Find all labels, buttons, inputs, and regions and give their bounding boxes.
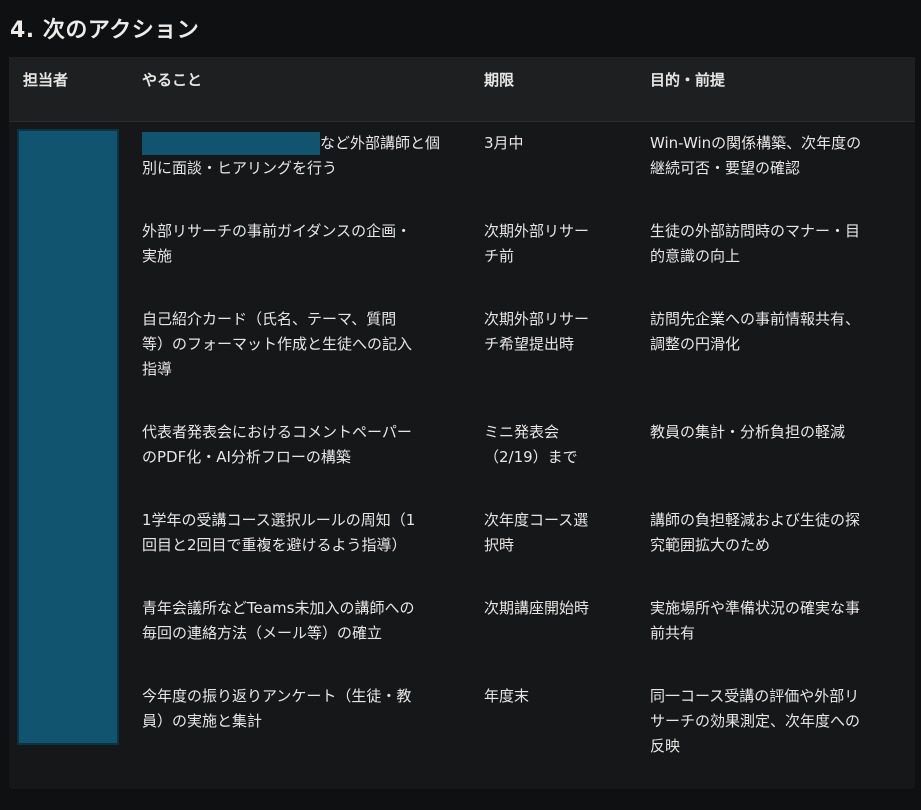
header-due: 期限 [484, 71, 515, 89]
task-cell: 外部リサーチの事前ガイダンスの企画・ 実施 [142, 222, 412, 265]
due-cell: 3月中 [484, 134, 524, 152]
task-cell: 代表者発表会におけるコメントペーパー のPDF化・AI分析フローの構築 [142, 423, 412, 466]
header-task: やること [142, 71, 203, 89]
header-purpose: 目的・前提 [650, 71, 726, 89]
task-cell: 青年会議所などTeams未加入の講師への 毎回の連絡方法（メール等）の確立 [142, 599, 415, 642]
header-assignee: 担当者 [23, 71, 69, 89]
due-cell: 次年度コース選 択時 [484, 511, 589, 554]
due-cell: 次期外部リサー チ希望提出時 [484, 310, 590, 353]
purpose-cell: 生徒の外部訪問時のマナー・目 的意識の向上 [650, 222, 861, 265]
due-cell: 次期講座開始時 [484, 599, 590, 617]
task-cell: 自己紹介カード（氏名、テーマ、質問 等）のフォーマット作成と生徒への記入 指導 [142, 310, 413, 378]
action-table: 担当者 やること 期限 目的・前提 など外部講師と個 別に面談・ヒアリングを行う… [9, 57, 915, 789]
section-title: 4. 次のアクション [10, 18, 200, 43]
task-cell: 今年度の振り返りアンケート（生徒・教 員）の実施と集計 [142, 687, 412, 730]
due-cell: ミニ発表会 （2/19）まで [484, 423, 578, 466]
assignee-redacted-cell [17, 129, 119, 745]
purpose-cell: 訪問先企業への事前情報共有、 調整の円滑化 [650, 310, 861, 353]
purpose-cell: Win-Winの関係構築、次年度の 継続可否・要望の確認 [650, 134, 862, 177]
purpose-cell: 実施場所や準備状況の確実な事 前共有 [650, 599, 861, 642]
table-header: 担当者 やること 期限 目的・前提 [9, 57, 915, 122]
due-cell: 次期外部リサー チ前 [484, 222, 590, 265]
purpose-cell: 同一コース受講の評価や外部リ サーチの効果測定、次年度への 反映 [650, 687, 861, 755]
due-cell: 年度末 [484, 687, 530, 705]
task-cell: 1学年の受講コース選択ルールの周知（1 回目と2回目で重複を避けるよう指導） [142, 511, 416, 554]
purpose-cell: 教員の集計・分析負担の軽減 [650, 423, 846, 441]
task-cell: など外部講師と個 別に面談・ヒアリングを行う [142, 131, 462, 181]
redacted-name-block [142, 132, 320, 155]
purpose-cell: 講師の負担軽減および生徒の探 究範囲拡大のため [650, 511, 861, 554]
